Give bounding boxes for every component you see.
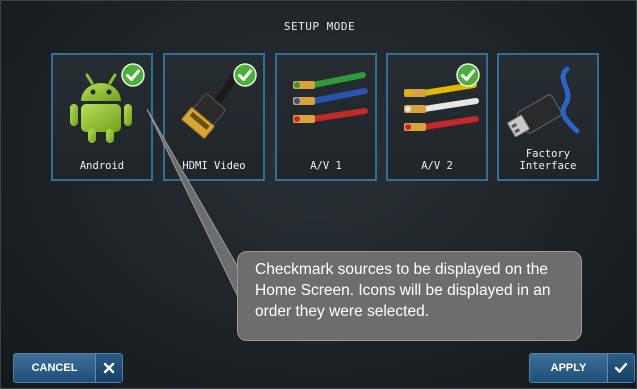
apply-button[interactable]: APPLY (529, 353, 635, 383)
checkmark-icon (607, 354, 634, 382)
callout-tooltip: Checkmark sources to be displayed on the… (237, 251, 582, 341)
apply-label: APPLY (550, 362, 587, 374)
cancel-label: CANCEL (31, 362, 78, 374)
callout-text: Checkmark sources to be displayed on the… (255, 261, 551, 320)
close-icon (95, 354, 122, 382)
setup-mode-screen: SETUP MODE Android HDMI Video A/V 1 A/V … (0, 0, 637, 389)
cancel-button[interactable]: CANCEL (13, 353, 123, 383)
